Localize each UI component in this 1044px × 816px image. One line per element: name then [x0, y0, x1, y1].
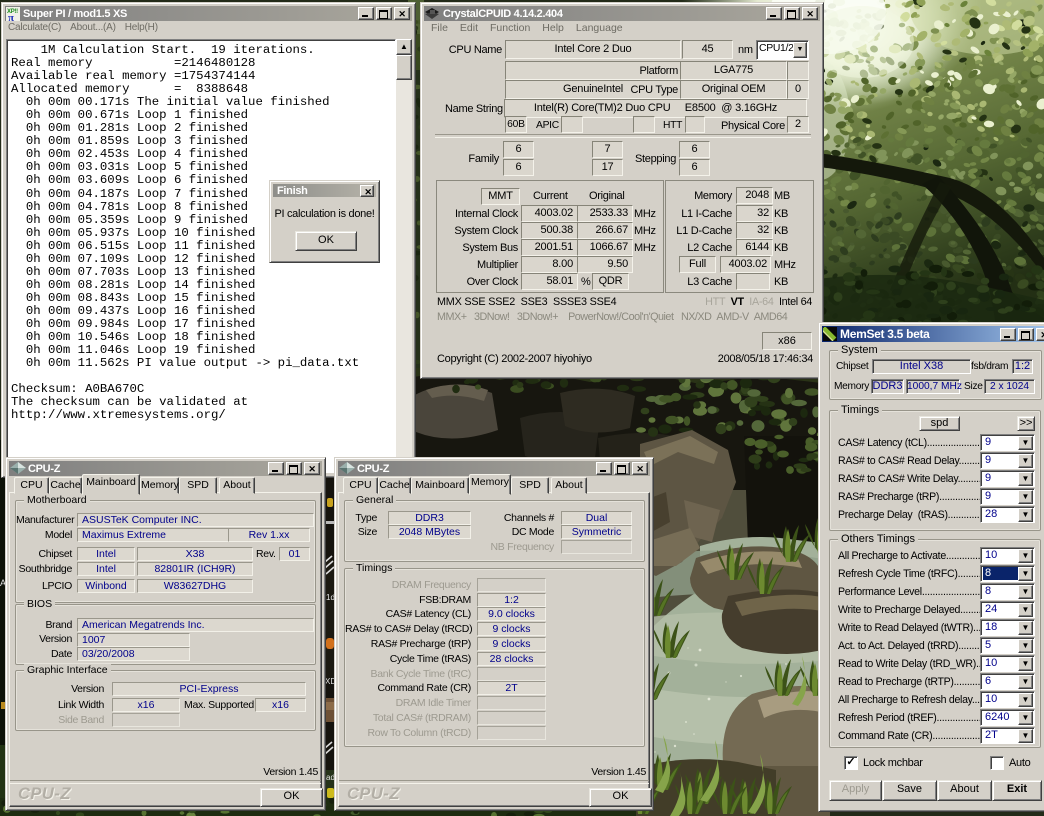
- svg-text:π: π: [8, 12, 14, 21]
